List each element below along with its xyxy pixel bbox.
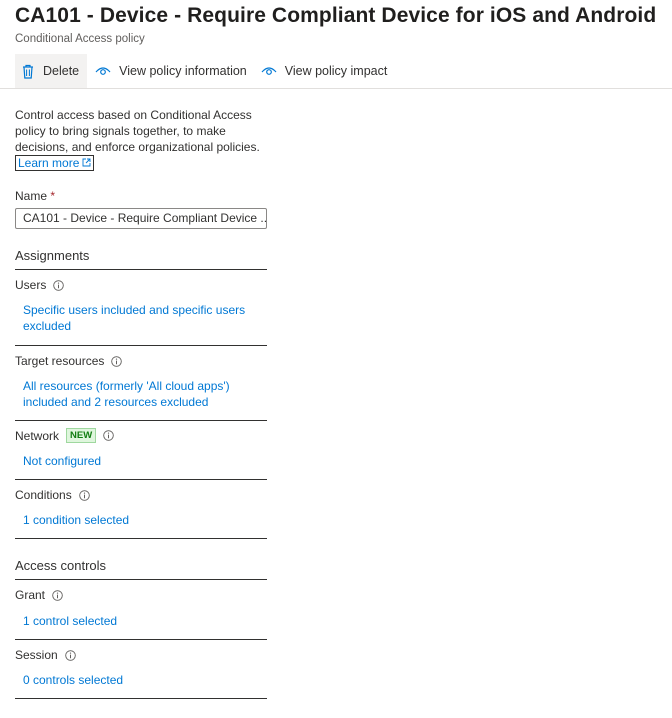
divider — [15, 698, 267, 699]
target-resources-label-row: Target resources — [15, 354, 123, 368]
grant-label: Grant — [15, 588, 46, 602]
new-badge: NEW — [66, 428, 97, 443]
divider — [15, 420, 267, 421]
external-link-icon — [82, 156, 91, 170]
target-resources-label: Target resources — [15, 354, 105, 368]
view-policy-information-button[interactable]: View policy information — [89, 54, 255, 88]
trash-icon — [21, 64, 35, 79]
divider — [15, 639, 267, 640]
page-subtitle: Conditional Access policy — [15, 33, 145, 45]
info-icon[interactable] — [52, 589, 63, 601]
command-bar: Delete View policy information View poli… — [15, 54, 672, 88]
info-icon[interactable] — [53, 279, 65, 291]
divider — [15, 538, 267, 539]
info-icon[interactable] — [111, 355, 123, 367]
grant-value-link[interactable]: 1 control selected — [23, 613, 253, 629]
grant-label-row: Grant — [15, 588, 63, 602]
access-controls-heading: Access controls — [15, 558, 267, 580]
delete-button[interactable]: Delete — [15, 54, 88, 88]
network-label: Network — [15, 428, 60, 443]
toolbar-divider — [0, 88, 672, 89]
users-label: Users — [15, 278, 47, 292]
view-policy-impact-label: View policy impact — [284, 64, 388, 78]
session-value-link[interactable]: 0 controls selected — [23, 672, 253, 688]
required-mark: * — [50, 189, 56, 203]
intro-description: Control access based on Conditional Acce… — [15, 107, 265, 171]
target-resources-value-link[interactable]: All resources (formerly 'All cloud apps'… — [23, 378, 253, 410]
info-icon[interactable] — [78, 489, 90, 501]
session-label-row: Session — [15, 648, 76, 662]
users-value-link[interactable]: Specific users included and specific use… — [23, 302, 253, 334]
network-label-row: Network NEW — [15, 428, 114, 443]
intro-text: Control access based on Conditional Acce… — [15, 108, 260, 154]
view-policy-information-label: View policy information — [119, 64, 247, 78]
eye-icon — [95, 65, 111, 77]
network-value-link[interactable]: Not configured — [23, 453, 253, 469]
conditions-value-link[interactable]: 1 condition selected — [23, 512, 253, 528]
session-label: Session — [15, 648, 58, 662]
divider — [15, 479, 267, 480]
learn-more-label: Learn more — [18, 156, 80, 170]
conditions-label-row: Conditions — [15, 488, 90, 502]
delete-label: Delete — [43, 64, 80, 78]
eye-icon — [261, 65, 277, 77]
conditions-label: Conditions — [15, 488, 72, 502]
page-title: CA101 - Device - Require Compliant Devic… — [15, 4, 657, 27]
assignments-heading: Assignments — [15, 248, 267, 270]
learn-more-link[interactable]: Learn more — [15, 155, 95, 171]
name-label: Name * — [15, 189, 56, 203]
users-label-row: Users — [15, 278, 65, 292]
info-icon[interactable] — [103, 430, 114, 441]
divider — [15, 345, 267, 346]
info-icon[interactable] — [64, 649, 76, 661]
policy-name-input[interactable]: CA101 - Device - Require Compliant Devic… — [15, 208, 267, 229]
view-policy-impact-button[interactable]: View policy impact — [255, 54, 396, 88]
